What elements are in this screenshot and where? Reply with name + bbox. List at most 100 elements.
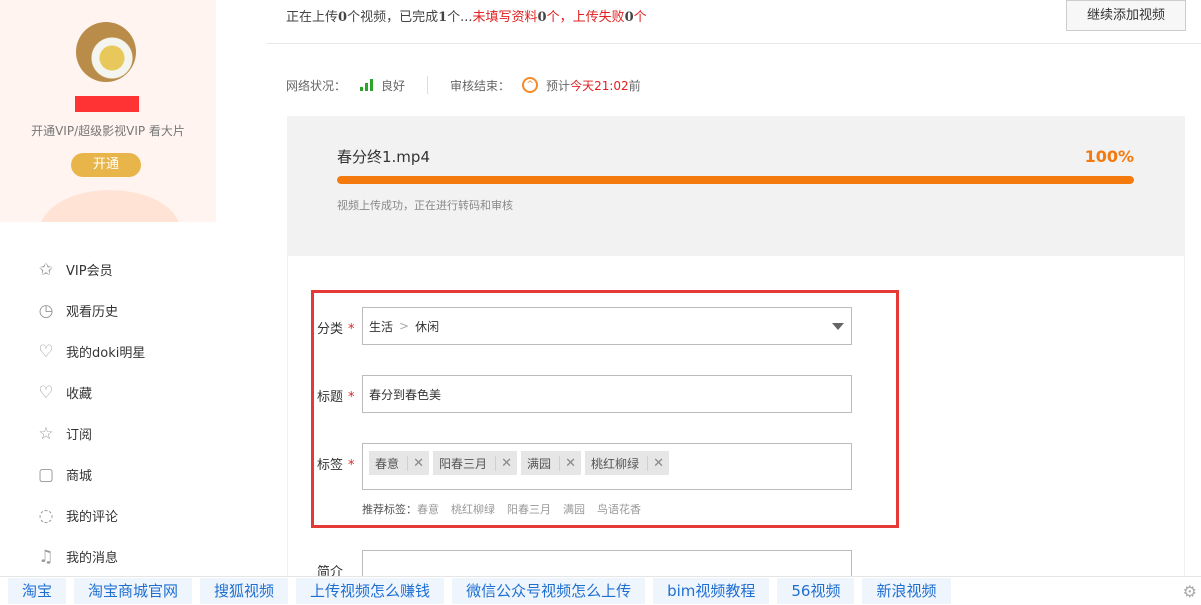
sidebar-item-label: 我的doki明星 (66, 342, 145, 361)
upload-progress-card: 春分终1.mp4 100% 视频上传成功，正在进行转码和审核 (287, 116, 1185, 256)
tag-chip: 春意 ✕ (369, 451, 429, 475)
rec-tag[interactable]: 鸟语花香 (597, 503, 641, 516)
sidebar-item-history[interactable]: ◷ 观看历史 (36, 290, 145, 331)
network-value: 良好 (381, 77, 405, 94)
bottom-link-bar: 淘宝 淘宝商城官网 搜狐视频 上传视频怎么赚钱 微信公众号视频怎么上传 bim视… (0, 576, 1201, 605)
category-label: 分类* (317, 318, 355, 337)
required-mark: * (348, 390, 355, 405)
close-icon[interactable]: ✕ (407, 456, 429, 471)
failed-label[interactable]: 上传失败 (573, 10, 625, 25)
vip-star-icon: ✩ (36, 260, 56, 280)
sidebar-item-label: 收藏 (66, 383, 92, 402)
sidebar-item-mall[interactable]: ▢ 商城 (36, 454, 145, 495)
uploading-count: 0 (338, 10, 347, 25)
open-vip-button[interactable]: 开通 (71, 153, 141, 177)
status-text: 个 (634, 10, 647, 25)
title-input[interactable]: 春分到春色美 (362, 375, 852, 413)
signal-icon (360, 79, 373, 91)
tag-chip: 桃红柳绿 ✕ (585, 451, 669, 475)
bell-icon: ♫ (36, 547, 56, 567)
tag-chip: 阳春三月 ✕ (433, 451, 517, 475)
chevron-down-icon (832, 323, 844, 330)
profile-card: 开通VIP/超级影视VIP 看大片 开通 (0, 0, 216, 222)
close-icon[interactable]: ✕ (559, 456, 581, 471)
network-label: 网络状况： (286, 77, 346, 94)
bag-icon: ▢ (36, 465, 56, 485)
eta-time: 今天21:02 (570, 77, 629, 94)
clock-icon: ^ (522, 77, 538, 93)
divider (266, 43, 1201, 44)
sidebar-item-label: 商城 (66, 465, 92, 484)
recommended-tags: 推荐标签：春意桃红柳绿阳春三月满园鸟语花香 (362, 501, 653, 517)
failed-count: 0 (625, 10, 634, 25)
decoration (40, 190, 180, 222)
sidebar-item-vip[interactable]: ✩ VIP会员 (36, 249, 145, 290)
bottom-link[interactable]: 56视频 (777, 578, 854, 604)
rec-tag[interactable]: 满园 (563, 503, 585, 516)
rec-tag[interactable]: 春意 (417, 503, 439, 516)
rec-tag[interactable]: 阳春三月 (507, 503, 551, 516)
tag-chip: 满园✕ (521, 451, 581, 475)
tags-label: 标签* (317, 454, 355, 473)
sidebar-item-comments[interactable]: ◌ 我的评论 (36, 495, 145, 536)
clock-icon: ◷ (36, 301, 56, 321)
label-text: 标签 (317, 458, 343, 473)
tag-text: 春意 (375, 455, 399, 472)
category-main: 生活 (369, 318, 393, 335)
sidebar-item-label: 我的消息 (66, 547, 118, 566)
rec-tag[interactable]: 桃红柳绿 (451, 503, 495, 516)
completed-count: 1 (438, 10, 447, 25)
sidebar-item-messages[interactable]: ♫ 我的消息 (36, 536, 145, 577)
bottom-link[interactable]: bim视频教程 (653, 578, 769, 604)
sidebar-item-doki[interactable]: ♡ 我的doki明星 (36, 331, 145, 372)
bottom-link[interactable]: 搜狐视频 (200, 578, 288, 604)
vip-promo-text: 开通VIP/超级影视VIP 看大片 (0, 122, 216, 139)
review-label: 审核结束： (450, 77, 510, 94)
eta-suffix: 前 (629, 77, 641, 94)
divider (427, 76, 428, 94)
category-sub: 休闲 (415, 318, 439, 335)
sidebar-item-label: VIP会员 (66, 260, 113, 279)
avatar[interactable] (76, 22, 136, 82)
unfilled-count: 0 (538, 10, 547, 25)
upload-status-summary: 正在上传0个视频，已完成1个...未填写资料0个，上传失败0个 (286, 6, 647, 25)
sidebar-item-label: 观看历史 (66, 301, 118, 320)
label-text: 标题 (317, 390, 343, 405)
sidebar-item-label: 订阅 (66, 424, 92, 443)
progress-percent: 100% (1085, 147, 1134, 166)
tags-input[interactable]: 春意 ✕ 阳春三月 ✕ 满园✕ 桃红柳绿 ✕ (362, 443, 852, 490)
gear-icon[interactable]: ⚙ (1183, 582, 1197, 601)
bottom-link[interactable]: 上传视频怎么赚钱 (296, 578, 444, 604)
tag-text: 阳春三月 (439, 455, 487, 472)
file-name: 春分终1.mp4 (337, 146, 430, 167)
category-select[interactable]: 生活 > 休闲 (362, 307, 852, 345)
close-icon[interactable]: ✕ (495, 456, 517, 471)
bottom-link[interactable]: 微信公众号视频怎么上传 (452, 578, 645, 604)
bottom-link[interactable]: 淘宝 (8, 578, 66, 604)
unfilled-label[interactable]: 未填写资料 (473, 10, 538, 25)
bottom-link[interactable]: 新浪视频 (862, 578, 950, 604)
sidebar-item-favorites[interactable]: ♡收藏 (36, 372, 145, 413)
add-more-videos-button[interactable]: 继续添加视频 (1066, 0, 1186, 31)
heart-icon: ♡ (36, 342, 56, 362)
bottom-link[interactable]: 淘宝商城官网 (74, 578, 192, 604)
title-value: 春分到春色美 (369, 386, 441, 403)
sidebar-item-subscribe[interactable]: ☆ 订阅 (36, 413, 145, 454)
status-text: 个， (547, 10, 573, 25)
status-text: 正在上传 (286, 10, 338, 25)
progress-fill (337, 176, 1134, 184)
eta-prefix: 预计 (546, 77, 570, 94)
star-icon: ☆ (36, 424, 56, 444)
required-mark: * (348, 322, 355, 337)
status-text: 个视频，已完成 (347, 10, 438, 25)
tag-text: 桃红柳绿 (591, 455, 639, 472)
close-icon[interactable]: ✕ (647, 456, 669, 471)
sidebar: 开通VIP/超级影视VIP 看大片 开通 ✩ VIP会员 ◷ 观看历史 ♡ 我的dok… (0, 0, 216, 605)
chevron-right-icon: > (399, 319, 409, 333)
comment-icon: ◌ (36, 506, 56, 526)
rec-label: 推荐标签： (362, 503, 417, 516)
upload-message: 视频上传成功，正在进行转码和审核 (337, 197, 513, 213)
status-text: 个... (447, 10, 472, 25)
username-redacted (75, 96, 139, 112)
sidebar-item-label: 我的评论 (66, 506, 118, 525)
